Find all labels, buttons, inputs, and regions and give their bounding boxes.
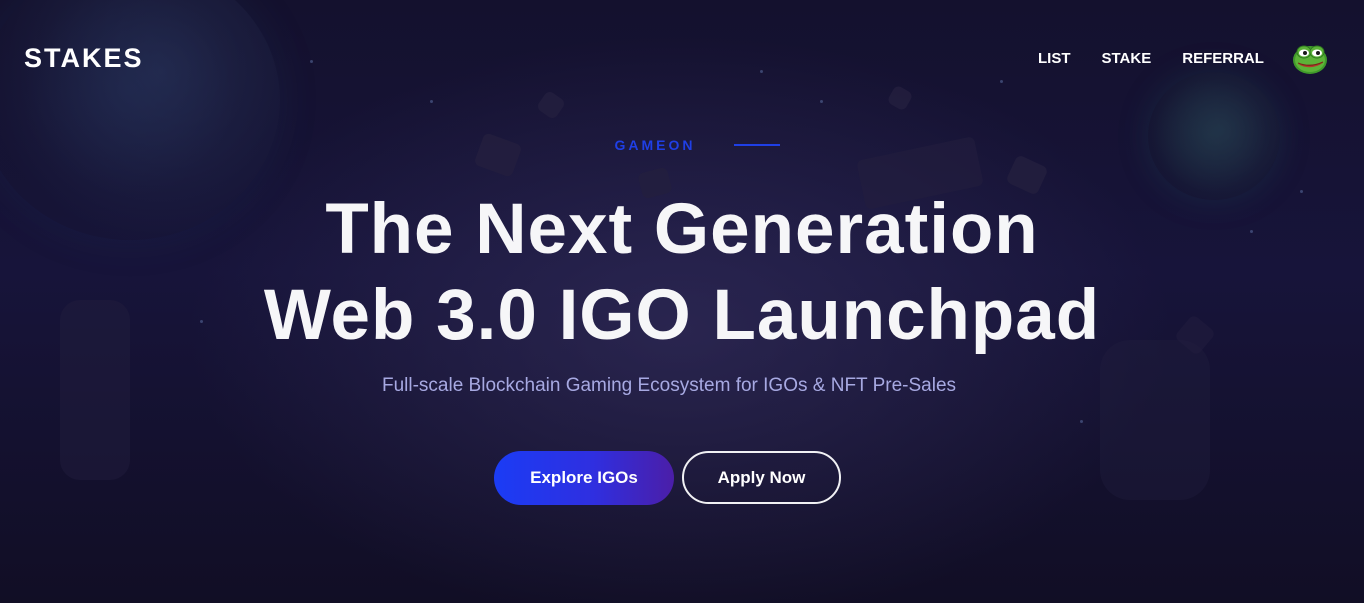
apply-now-button[interactable]: Apply Now [682,451,841,504]
eyebrow-divider [733,144,780,146]
headline-line-1: The Next Generation [325,190,1039,269]
explore-igos-button[interactable]: Explore IGOs [494,451,674,505]
hero-cta-group: Explore IGOs Apply Now [494,451,841,505]
pepe-frog-avatar-icon[interactable] [1292,41,1328,75]
stakes-logo[interactable]: STAKES [24,43,144,74]
hero-headline: The Next Generation Web 3.0 IGO Launchpa… [0,187,1364,359]
nav-link-stake[interactable]: STAKE [1102,50,1152,67]
eyebrow-label: GAMEON [614,137,696,153]
floating-rock [1100,340,1210,500]
nav-link-list[interactable]: LIST [1038,50,1071,67]
hero-subtitle: Full-scale Blockchain Gaming Ecosystem f… [381,375,957,396]
star-dot [1080,420,1083,423]
site-header: STAKES LIST STAKE REFERRAL [0,0,1364,116]
nav-link-referral[interactable]: REFERRAL [1182,50,1264,67]
hero-eyebrow: GAMEON [0,137,1364,155]
headline-line-2: Web 3.0 IGO Launchpad [263,276,1101,355]
main-nav: LIST STAKE REFERRAL [1038,50,1295,67]
